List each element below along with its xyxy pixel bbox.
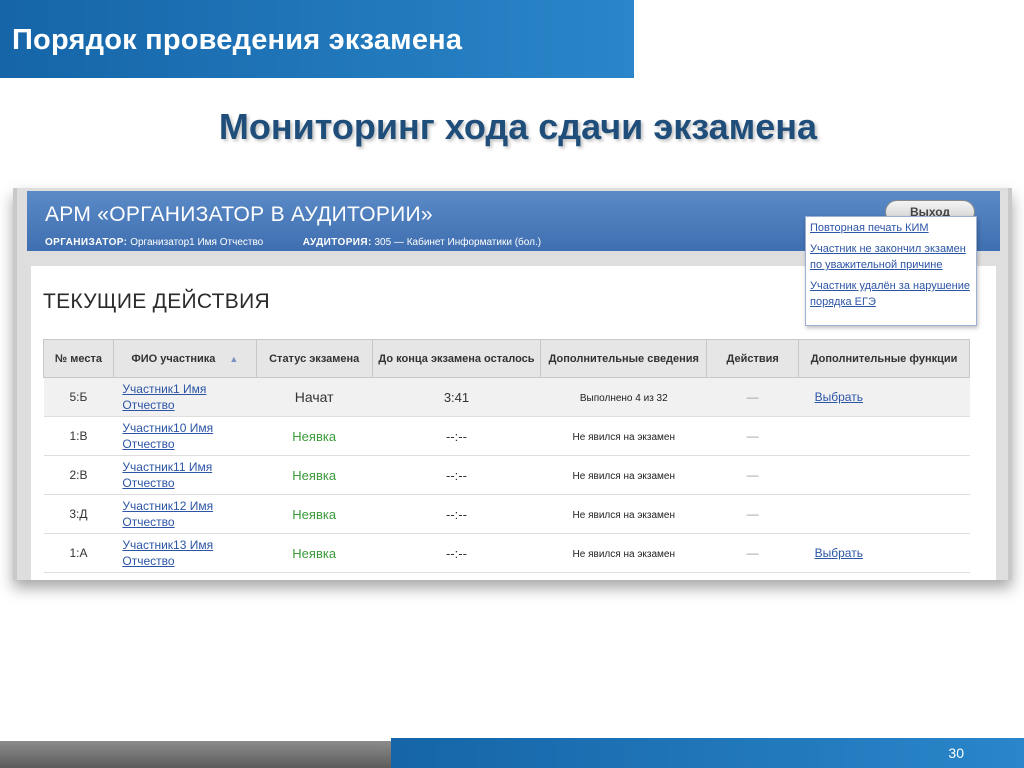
info-cell: Не явился на экзамен — [540, 455, 707, 495]
popup-item-removed[interactable]: Участник удалён за нарушение порядка ЕГЭ — [810, 278, 972, 310]
info-text: Не явился на экзамен — [572, 432, 676, 443]
action-cell: — — [706, 416, 799, 456]
function-cell — [798, 416, 970, 456]
info-text: Не явился на экзамен — [572, 549, 676, 560]
slide-header: Порядок проведения экзамена — [0, 0, 634, 78]
seat-cell: 1:В — [43, 416, 114, 456]
col-header-seat: № места — [43, 339, 114, 378]
popup-item-reprint-kim[interactable]: Повторная печать КИМ — [810, 220, 972, 236]
function-cell: Выбрать — [798, 533, 970, 573]
popup-item-not-finished[interactable]: Участник не закончил экзамен по уважител… — [810, 241, 972, 273]
participant-link[interactable]: Участник10 Имя Отчество — [122, 421, 213, 451]
select-link[interactable]: Выбрать — [815, 546, 863, 560]
status-text: Неявка — [292, 467, 337, 483]
status-cell: Неявка — [256, 455, 373, 495]
col-header-status: Статус экзамена — [255, 339, 373, 378]
function-cell: Выбрать — [798, 377, 970, 417]
name-cell: Участник1 Имя Отчество — [113, 377, 257, 417]
app-title: АРМ «ОРГАНИЗАТОР В АУДИТОРИИ» — [45, 203, 433, 226]
table-header-row: № места ФИО участника ▲ Статус экзамена Д… — [43, 339, 970, 378]
action-cell: — — [706, 377, 799, 417]
seat-cell: 5:Б — [43, 377, 114, 417]
table-row: 3:Д Участник12 Имя Отчество Неявка --:-- … — [43, 494, 970, 534]
participant-link[interactable]: Участник11 Имя Отчество — [122, 460, 212, 490]
col-header-actions: Действия — [706, 339, 800, 378]
organizer-label: ОРГАНИЗАТОР: — [45, 237, 128, 248]
function-cell — [798, 494, 970, 534]
action-text: — — [746, 390, 759, 404]
status-cell: Неявка — [256, 416, 373, 456]
footer-left-bar — [0, 741, 391, 768]
info-cell: Выполнено 4 из 32 — [540, 377, 707, 417]
seat-cell: 3:Д — [43, 494, 114, 534]
status-text: Начат — [294, 389, 334, 405]
remaining-cell: --:-- — [372, 455, 541, 495]
col-header-remaining: До конца экзамена осталось — [371, 339, 542, 378]
remaining-text: 3:41 — [443, 389, 470, 405]
sort-up-icon[interactable]: ▲ — [229, 354, 238, 364]
status-cell: Неявка — [256, 533, 373, 573]
table-row: 5:Б Участник1 Имя Отчество Начат 3:41 Вып… — [43, 377, 970, 417]
name-cell: Участник12 Имя Отчество — [113, 494, 257, 534]
remaining-text: --:-- — [446, 545, 467, 561]
action-cell: — — [706, 455, 799, 495]
action-text: — — [746, 507, 759, 521]
seat-cell: 1:А — [43, 533, 114, 573]
status-text: Неявка — [292, 506, 337, 522]
table-row: 1:А Участник13 Имя Отчество Неявка --:-- … — [43, 533, 970, 573]
action-text: — — [746, 429, 759, 443]
page-number: 30 — [948, 745, 964, 761]
col-header-functions: Дополнительные функции — [798, 339, 970, 378]
action-cell: — — [706, 533, 799, 573]
col-header-info: Дополнительные сведения — [540, 339, 708, 378]
seat-cell: 2:В — [43, 455, 114, 495]
info-text: Выполнено 4 из 32 — [579, 393, 668, 404]
footer-right-bar: 30 — [391, 738, 1024, 768]
remaining-cell: --:-- — [372, 494, 541, 534]
organizer-value: Организатор1 Имя Отчество — [130, 237, 264, 248]
participant-link[interactable]: Участник13 Имя Отчество — [122, 538, 213, 568]
info-cell: Не явился на экзамен — [540, 416, 707, 456]
info-text: Не явился на экзамен — [572, 510, 676, 521]
status-cell: Неявка — [256, 494, 373, 534]
remaining-cell: --:-- — [372, 416, 541, 456]
remaining-text: --:-- — [446, 428, 467, 444]
remaining-text: --:-- — [446, 467, 467, 483]
room-label: АУДИТОРИЯ: — [302, 237, 372, 248]
functions-popup-menu: Повторная печать КИМ Участник не закончи… — [805, 216, 977, 326]
slide-header-title: Порядок проведения экзамена — [12, 24, 463, 56]
remaining-text: --:-- — [446, 506, 467, 522]
section-title: ТЕКУЩИЕ ДЕЙСТВИЯ — [43, 290, 270, 313]
col-header-name[interactable]: ФИО участника ▲ — [112, 339, 257, 378]
info-cell: Не явился на экзамен — [540, 494, 707, 534]
name-cell: Участник10 Имя Отчество — [113, 416, 257, 456]
table-row: 2:В Участник11 Имя Отчество Неявка --:-- … — [43, 455, 970, 495]
col-header-name-label: ФИО участника — [131, 352, 216, 365]
app-info-line: ОРГАНИЗАТОР: Организатор1 Имя Отчество А… — [45, 237, 541, 248]
room-value: 305 — Кабинет Информатики (бол.) — [374, 237, 542, 248]
table-row: 1:В Участник10 Имя Отчество Неявка --:-- … — [43, 416, 970, 456]
slide-title: Мониторинг хода сдачи экзамена — [218, 106, 818, 147]
function-cell — [798, 455, 970, 495]
remaining-cell: 3:41 — [372, 377, 541, 417]
info-cell: Не явился на экзамен — [540, 533, 707, 573]
action-text: — — [746, 546, 759, 560]
remaining-cell: --:-- — [372, 533, 541, 573]
status-text: Неявка — [292, 428, 337, 444]
name-cell: Участник11 Имя Отчество — [113, 455, 257, 495]
action-cell: — — [706, 494, 799, 534]
current-actions-table: № места ФИО участника ▲ Статус экзамена Д… — [43, 339, 970, 573]
status-cell: Начат — [256, 377, 373, 417]
select-link[interactable]: Выбрать — [815, 390, 863, 404]
participant-link[interactable]: Участник12 Имя Отчество — [122, 499, 213, 529]
action-text: — — [746, 468, 759, 482]
info-text: Не явился на экзамен — [572, 471, 676, 482]
participant-link[interactable]: Участник1 Имя Отчество — [122, 382, 206, 412]
status-text: Неявка — [292, 545, 337, 561]
name-cell: Участник13 Имя Отчество — [113, 533, 257, 573]
